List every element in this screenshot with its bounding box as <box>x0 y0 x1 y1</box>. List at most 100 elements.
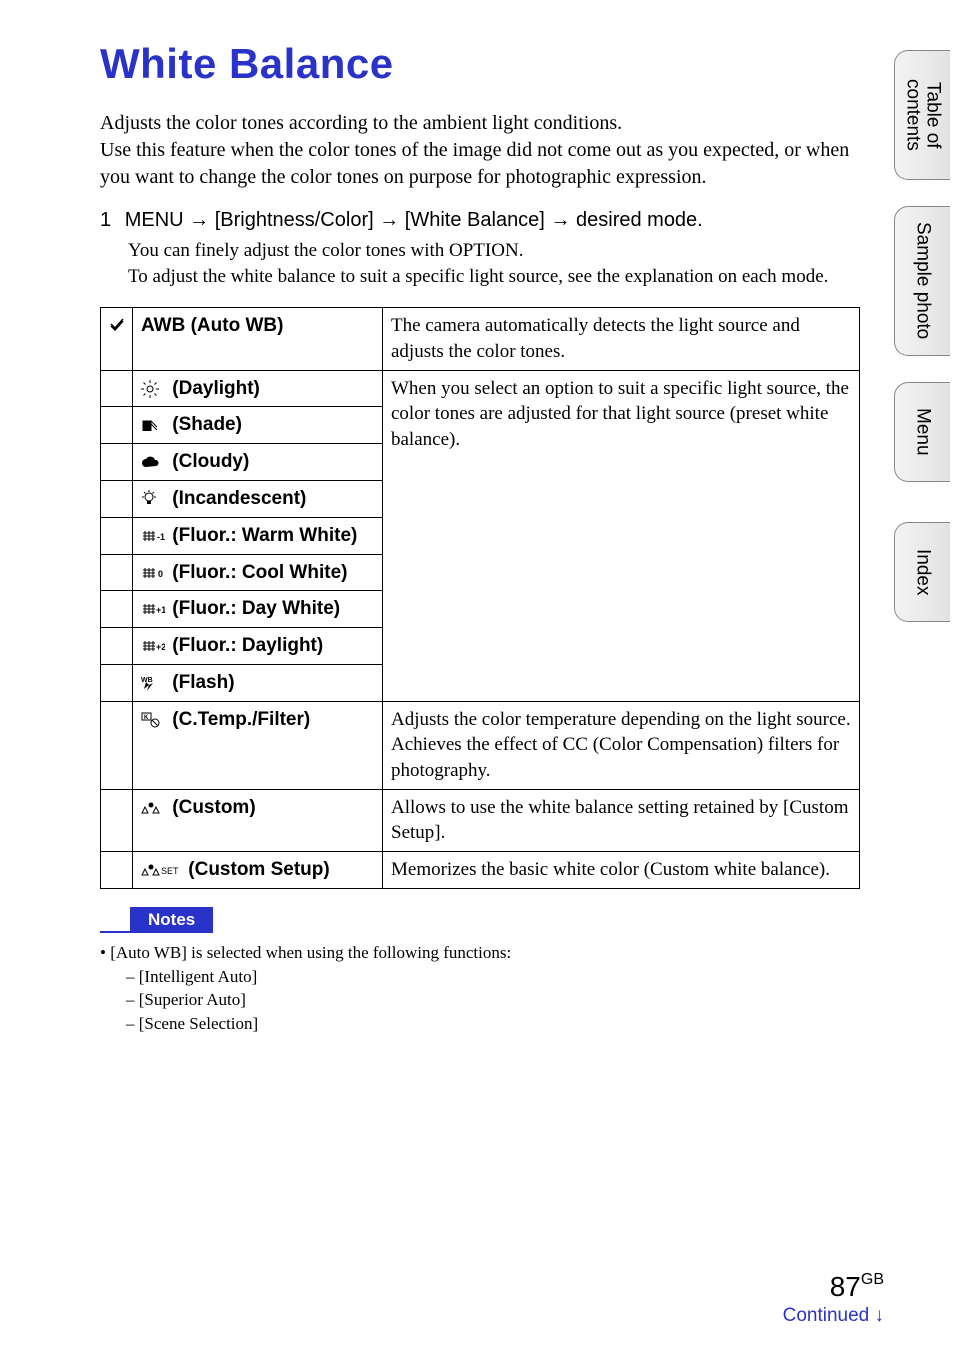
arrow-icon: → <box>379 209 405 231</box>
notes-lead: [Auto WB] is selected when using the fol… <box>100 941 860 1036</box>
table-row: (Custom) Allows to use the white balance… <box>101 789 860 851</box>
mode-label: (Flash) <box>172 672 234 693</box>
check-cell <box>101 554 133 591</box>
bulb-icon <box>141 486 165 512</box>
mode-label: (Cloudy) <box>172 451 249 472</box>
flash-wb-icon: WB <box>141 670 165 696</box>
notes-lead-text: [Auto WB] is selected when using the fol… <box>110 943 511 962</box>
check-cell <box>101 517 133 554</box>
continued-link[interactable]: Continued ↓ <box>783 1305 884 1327</box>
mode-fluor-warm: -1 (Fluor.: Warm White) <box>133 517 383 554</box>
step-line: 1 MENU → [Brightness/Color] → [White Bal… <box>100 209 860 232</box>
intro-text: Adjusts the color tones according to the… <box>100 110 860 191</box>
mode-fluor-day-white: +1 (Fluor.: Day White) <box>133 591 383 628</box>
sun-icon <box>141 376 165 402</box>
mode-label: (Fluor.: Cool White) <box>172 562 347 583</box>
desc-custom: Allows to use the white balance setting … <box>383 789 860 851</box>
step-end: desired mode. <box>576 209 703 231</box>
mode-awb: AWB (Auto WB) <box>133 308 383 370</box>
desc-custom-setup: Memorizes the basic white color (Custom … <box>383 851 860 888</box>
tab-sample-photo[interactable]: Sample photo <box>894 206 950 356</box>
mode-label: (Custom Setup) <box>188 859 329 880</box>
svg-text:+2: +2 <box>156 642 165 652</box>
mode-label: (Custom) <box>172 797 255 818</box>
check-icon <box>101 308 133 370</box>
tab-index[interactable]: Index <box>894 522 950 622</box>
check-cell <box>101 480 133 517</box>
arrow-icon: → <box>189 209 215 231</box>
notes-item: [Superior Auto] <box>126 988 860 1012</box>
mode-fluor-daylight: +2 (Fluor.: Daylight) <box>133 628 383 665</box>
notes-section: Notes [Auto WB] is selected when using t… <box>100 907 860 1036</box>
table-row: AWB (Auto WB) The camera automatically d… <box>101 308 860 370</box>
page-number-value: 87 <box>830 1271 861 1302</box>
desc-awb: The camera automatically detects the lig… <box>383 308 860 370</box>
notes-item: [Scene Selection] <box>126 1012 860 1036</box>
step-menu: MENU <box>125 209 184 231</box>
tab-label: Index <box>913 549 933 595</box>
mode-label: (Fluor.: Day White) <box>172 598 340 619</box>
check-cell <box>101 407 133 444</box>
mode-label: (Shade) <box>172 414 242 435</box>
mode-label: (C.Temp./Filter) <box>172 709 310 730</box>
step-number: 1 <box>100 209 111 231</box>
cloud-icon <box>141 449 165 475</box>
check-cell <box>101 370 133 407</box>
tab-label: Sample photo <box>913 222 933 339</box>
mode-fluor-cool: 0 (Fluor.: Cool White) <box>133 554 383 591</box>
table-row: (Daylight) When you select an option to … <box>101 370 860 407</box>
page-title: White Balance <box>100 40 860 88</box>
table-row: K (C.Temp./Filter) Adjusts the color tem… <box>101 701 860 789</box>
arrow-icon: → <box>550 209 576 231</box>
notes-header: Notes <box>130 907 213 933</box>
custom-icon <box>141 795 165 821</box>
mode-cloudy: (Cloudy) <box>133 444 383 481</box>
svg-text:K: K <box>144 715 149 721</box>
shade-icon <box>141 413 165 439</box>
desc-ctemp: Adjusts the color temperature depending … <box>383 701 860 789</box>
desc-preset-group: When you select an option to suit a spec… <box>383 370 860 701</box>
fluor-icon: +2 <box>141 633 165 659</box>
notes-item: [Intelligent Auto] <box>126 965 860 989</box>
tab-label: Menu <box>913 408 933 456</box>
mode-label: (Incandescent) <box>172 488 306 509</box>
svg-text:0: 0 <box>158 569 163 579</box>
wb-table: AWB (Auto WB) The camera automatically d… <box>100 307 860 888</box>
mode-label: (Daylight) <box>172 378 260 399</box>
mode-incandescent: (Incandescent) <box>133 480 383 517</box>
fluor-icon: +1 <box>141 597 165 623</box>
custom-setup-icon: SET <box>141 857 181 883</box>
table-row: SET (Custom Setup) Memorizes the basic w… <box>101 851 860 888</box>
check-cell <box>101 628 133 665</box>
step-subtext: You can finely adjust the color tones wi… <box>128 238 860 289</box>
svg-text:SET: SET <box>161 866 179 876</box>
mode-label: (Fluor.: Warm White) <box>172 525 357 546</box>
tab-label: Table of <box>922 82 943 149</box>
ctemp-icon: K <box>141 707 165 733</box>
mode-label: (Fluor.: Daylight) <box>172 635 323 656</box>
fluor-icon: -1 <box>141 523 165 549</box>
fluor-icon: 0 <box>141 560 165 586</box>
check-cell <box>101 591 133 628</box>
mode-custom: (Custom) <box>133 789 383 851</box>
step-path-2: [White Balance] <box>405 209 545 231</box>
tab-menu[interactable]: Menu <box>894 382 950 482</box>
page-number: 87GB <box>783 1271 884 1303</box>
mode-ctemp-filter: K (C.Temp./Filter) <box>133 701 383 789</box>
check-cell <box>101 789 133 851</box>
check-cell <box>101 664 133 701</box>
mode-custom-setup: SET (Custom Setup) <box>133 851 383 888</box>
step-path-1: [Brightness/Color] <box>215 209 374 231</box>
side-tabs: Table of contents Sample photo Menu Inde… <box>894 50 954 648</box>
notes-rule <box>100 931 130 933</box>
tab-table-of-contents[interactable]: Table of contents <box>894 50 950 180</box>
mode-shade: (Shade) <box>133 407 383 444</box>
check-cell <box>101 701 133 789</box>
page-footer: 87GB Continued ↓ <box>783 1271 884 1327</box>
mode-flash: WB (Flash) <box>133 664 383 701</box>
check-cell <box>101 851 133 888</box>
svg-text:+1: +1 <box>156 605 165 615</box>
svg-text:-1: -1 <box>157 532 165 542</box>
check-cell <box>101 444 133 481</box>
mode-daylight: (Daylight) <box>133 370 383 407</box>
